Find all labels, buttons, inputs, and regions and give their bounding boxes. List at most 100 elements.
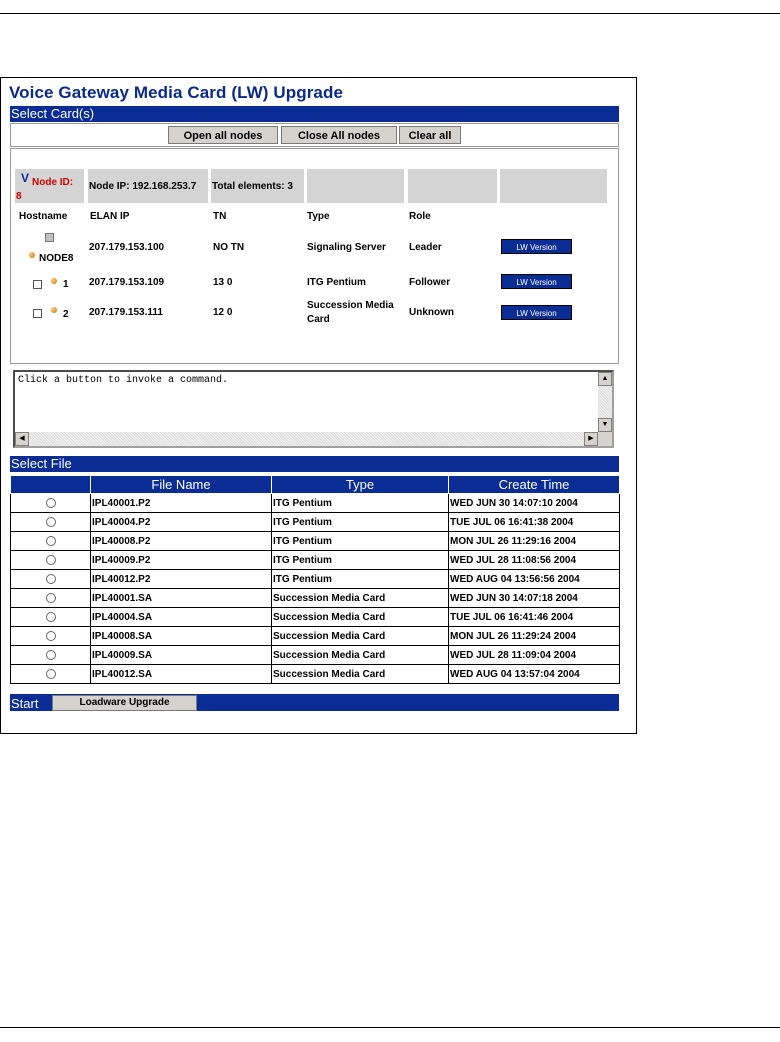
file-name: IPL40009.P2 <box>90 550 272 570</box>
node-button-row: Open all nodes Close All nodes Clear all <box>10 123 619 147</box>
file-radio[interactable] <box>45 517 56 527</box>
file-name: IPL40008.P2 <box>90 531 272 551</box>
file-radio[interactable] <box>45 612 56 622</box>
node-id-label: Node ID: <box>32 177 74 188</box>
clear-all-button[interactable]: Clear all <box>399 126 461 144</box>
total-elements-cell: Total elements: 3 <box>211 169 304 203</box>
table-row[interactable]: IPL40009.SA Succession Media Card WED JU… <box>10 645 620 665</box>
node-id-cell[interactable]: V Node ID: 8 <box>15 169 84 203</box>
col-role: Role <box>409 211 431 222</box>
table-row[interactable]: IPL40012.SA Succession Media Card WED AU… <box>10 664 620 684</box>
table-row[interactable]: IPL40004.SA Succession Media Card TUE JU… <box>10 607 620 627</box>
start-label: Start <box>11 696 39 711</box>
lw-version-button[interactable]: LW Version <box>501 305 572 320</box>
command-output-textarea[interactable]: Click a button to invoke a command. ▲ ▼ … <box>13 370 614 448</box>
table-row[interactable]: IPL40001.P2 ITG Pentium WED JUN 30 14:07… <box>10 493 620 513</box>
card-elan-ip: 207.179.153.109 <box>89 277 165 288</box>
radio-cell <box>10 588 91 608</box>
file-time: WED AUG 04 13:57:04 2004 <box>448 664 620 684</box>
close-all-nodes-button[interactable]: Close All nodes <box>281 126 397 144</box>
card-type: Succession Media <box>307 300 394 311</box>
col-select <box>10 475 91 494</box>
card-tn: NO TN <box>213 242 245 253</box>
card-checkbox[interactable] <box>33 309 42 318</box>
card-role: Unknown <box>409 307 454 318</box>
file-name: IPL40004.P2 <box>90 512 272 532</box>
table-row[interactable]: IPL40001.SA Succession Media Card WED JU… <box>10 588 620 608</box>
file-time: WED AUG 04 13:56:56 2004 <box>448 569 620 589</box>
col-type: Type <box>307 211 330 222</box>
file-name: IPL40001.SA <box>90 588 272 608</box>
file-radio[interactable] <box>45 631 56 641</box>
file-type: ITG Pentium <box>271 493 449 513</box>
node-ip-cell: Node IP: 192.168.253.7 <box>88 169 208 203</box>
card-role: Leader <box>409 242 442 253</box>
radio-cell <box>10 607 91 627</box>
file-time: WED JUL 28 11:09:04 2004 <box>448 645 620 665</box>
select-cards-header: Select Card(s) <box>10 106 619 122</box>
status-dot-icon <box>51 278 57 284</box>
file-radio[interactable] <box>45 593 56 603</box>
lw-version-button[interactable]: LW Version <box>501 239 572 254</box>
col-elan-ip: ELAN IP <box>90 211 130 222</box>
table-row[interactable]: IPL40004.P2 ITG Pentium TUE JUL 06 16:41… <box>10 512 620 532</box>
select-file-header: Select File <box>10 456 619 472</box>
scroll-down-icon[interactable]: ▼ <box>598 418 612 432</box>
file-type: ITG Pentium <box>271 569 449 589</box>
radio-cell <box>10 493 91 513</box>
file-table-header: File Name Type Create Time <box>10 475 620 494</box>
file-time: WED JUN 30 14:07:18 2004 <box>448 588 620 608</box>
file-type: Succession Media Card <box>271 645 449 665</box>
card-type: Signaling Server <box>307 242 386 253</box>
col-tn: TN <box>213 211 227 222</box>
file-name: IPL40004.SA <box>90 607 272 627</box>
file-name: IPL40012.SA <box>90 664 272 684</box>
file-radio[interactable] <box>45 498 56 508</box>
scroll-up-icon[interactable]: ▲ <box>598 372 612 386</box>
file-name: IPL40009.SA <box>90 645 272 665</box>
card-hostname: NODE8 <box>39 253 74 264</box>
file-time: WED JUN 30 14:07:10 2004 <box>448 493 620 513</box>
vertical-scrollbar[interactable]: ▲ ▼ <box>598 372 612 432</box>
card-type: ITG Pentium <box>307 277 366 288</box>
open-all-nodes-button[interactable]: Open all nodes <box>168 126 278 144</box>
scroll-left-icon[interactable]: ◀ <box>15 432 29 446</box>
file-type: ITG Pentium <box>271 550 449 570</box>
card-checkbox[interactable] <box>33 280 42 289</box>
loadware-upgrade-button[interactable]: Loadware Upgrade <box>52 695 197 711</box>
file-type: Succession Media Card <box>271 664 449 684</box>
table-row[interactable]: IPL40008.SA Succession Media Card MON JU… <box>10 626 620 646</box>
file-time: TUE JUL 06 16:41:46 2004 <box>448 607 620 627</box>
scroll-right-icon[interactable]: ▶ <box>584 432 598 446</box>
table-row[interactable]: IPL40012.P2 ITG Pentium WED AUG 04 13:56… <box>10 569 620 589</box>
lw-version-button[interactable]: LW Version <box>501 274 572 289</box>
file-radio[interactable] <box>45 555 56 565</box>
page-top-rule <box>0 13 780 14</box>
horizontal-scrollbar[interactable]: ◀ ▶ <box>15 432 598 446</box>
card-elan-ip: 207.179.153.111 <box>89 307 163 318</box>
total-elements: Total elements: 3 <box>212 181 293 192</box>
file-radio[interactable] <box>45 669 56 679</box>
radio-cell <box>10 569 91 589</box>
radio-cell <box>10 664 91 684</box>
file-radio[interactable] <box>45 536 56 546</box>
scrollbar-corner <box>598 432 612 446</box>
file-name: IPL40008.SA <box>90 626 272 646</box>
card-tn: 12 0 <box>213 307 233 318</box>
card-type: Card <box>307 314 330 325</box>
col-create-time: Create Time <box>448 475 620 494</box>
file-radio[interactable] <box>45 574 56 584</box>
file-radio[interactable] <box>45 650 56 660</box>
radio-cell <box>10 626 91 646</box>
card-hostname: 2 <box>63 309 69 320</box>
table-row[interactable]: IPL40009.P2 ITG Pentium WED JUL 28 11:08… <box>10 550 620 570</box>
file-name: IPL40001.P2 <box>90 493 272 513</box>
file-type: ITG Pentium <box>271 531 449 551</box>
file-table: File Name Type Create Time IPL40001.P2 I… <box>10 475 620 684</box>
card-checkbox[interactable] <box>45 233 54 242</box>
radio-cell <box>10 645 91 665</box>
table-row[interactable]: IPL40008.P2 ITG Pentium MON JUL 26 11:29… <box>10 531 620 551</box>
card-hostname: 1 <box>63 279 69 290</box>
expand-arrow-icon[interactable]: V <box>21 171 29 185</box>
cards-panel: V Node ID: 8 Node IP: 192.168.253.7 Tota… <box>10 148 619 364</box>
